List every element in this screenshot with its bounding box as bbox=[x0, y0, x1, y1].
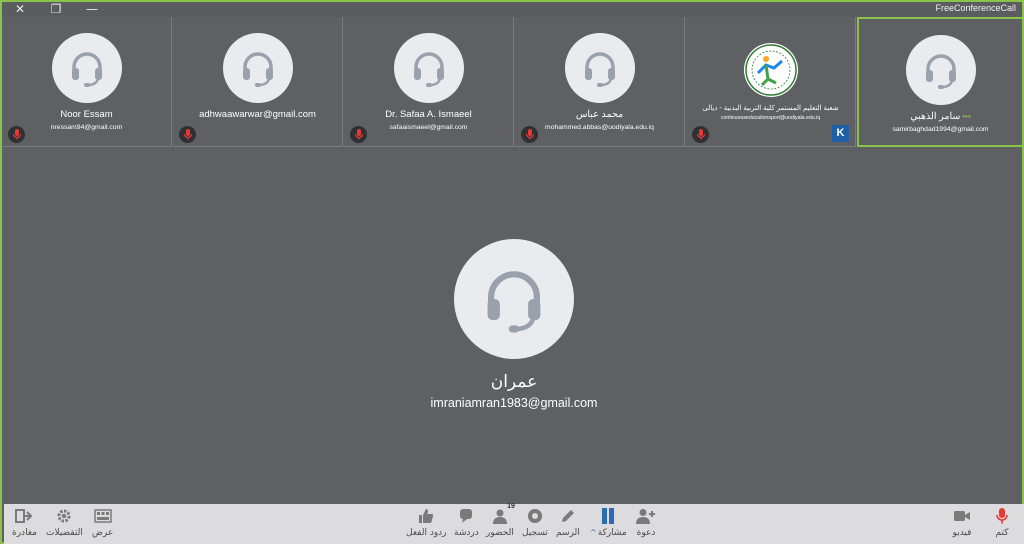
share-label: ^مشاركة bbox=[590, 528, 627, 538]
video-label: فيديو bbox=[952, 528, 972, 538]
participant-tile[interactable]: adhwaawarwar@gmail.com bbox=[173, 17, 343, 147]
close-window-button[interactable]: ✕ bbox=[10, 2, 30, 17]
invite-button[interactable]: دعوة bbox=[636, 506, 656, 542]
headset-icon bbox=[242, 52, 273, 87]
video-button[interactable]: فيديو bbox=[952, 506, 972, 542]
leave-label: مغادرة bbox=[12, 528, 37, 538]
mic-muted-icon bbox=[350, 126, 367, 143]
participant-email: nressam94@gmail.com bbox=[50, 124, 123, 131]
invite-label: دعوة bbox=[636, 528, 656, 538]
reactions-label: ردود الفعل bbox=[406, 528, 447, 538]
participant-name: Dr. Safaa A. Ismaeel bbox=[385, 109, 472, 120]
main-speaker-email: imraniamran1983@gmail.com bbox=[430, 396, 598, 410]
chat-button[interactable]: دردشة bbox=[454, 506, 479, 542]
layout-icon bbox=[93, 506, 113, 526]
participant-email: safaaismaeel@gmail.com bbox=[389, 124, 468, 131]
share-button[interactable]: ^مشاركة bbox=[590, 506, 627, 542]
participant-name: adhwaawarwar@gmail.com bbox=[199, 109, 316, 120]
avatar bbox=[564, 33, 635, 103]
participant-name: محمد عباس bbox=[575, 109, 624, 120]
avatar bbox=[222, 33, 293, 103]
pen-icon bbox=[558, 506, 578, 526]
leave-button[interactable]: مغادرة bbox=[12, 506, 37, 542]
view-label: عرض bbox=[92, 528, 114, 538]
attendee-count-badge: 19 bbox=[507, 503, 515, 510]
participant-email: samirbaghdad1994@gmail.com bbox=[892, 126, 989, 133]
draw-button[interactable]: الرسم bbox=[556, 506, 580, 542]
avatar bbox=[905, 35, 976, 105]
headset-icon bbox=[584, 52, 615, 87]
participant-tile[interactable]: شعبة التعليم المستمر كلية التربية البدني… bbox=[686, 17, 856, 147]
video-icon bbox=[952, 506, 972, 526]
gear-icon bbox=[54, 506, 74, 526]
participant-name: شعبة التعليم المستمر كلية التربية البدني… bbox=[702, 105, 839, 112]
participant-tile[interactable]: Noor Essam nressam94@gmail.com bbox=[2, 17, 172, 147]
draw-label: الرسم bbox=[556, 528, 580, 538]
conference-window: ✕ ❐ — FreeConferenceCall Noor Essam nres… bbox=[0, 0, 1024, 544]
invite-icon bbox=[636, 506, 656, 526]
kahoot-badge-icon: K bbox=[832, 125, 849, 142]
participant-name: سامر الذهبي ••• bbox=[859, 111, 1022, 122]
participant-tile[interactable]: Dr. Safaa A. Ismaeel safaaismaeel@gmail.… bbox=[344, 17, 514, 147]
participant-name: Noor Essam bbox=[60, 109, 113, 120]
participant-email: mohammed.abbas@uodiyala.edu.iq bbox=[545, 124, 654, 131]
participant-strip: Noor Essam nressam94@gmail.com adhwaawar… bbox=[2, 17, 1024, 147]
headset-icon bbox=[925, 54, 956, 89]
main-speaker-avatar bbox=[454, 239, 574, 359]
mic-muted-icon bbox=[521, 126, 538, 143]
avatar bbox=[393, 33, 464, 103]
chevron-up-icon: ^ bbox=[590, 528, 597, 537]
record-icon bbox=[525, 506, 545, 526]
title-bar: ✕ ❐ — FreeConferenceCall bbox=[2, 2, 1022, 17]
chat-icon bbox=[456, 506, 476, 526]
mic-muted-icon bbox=[692, 126, 709, 143]
bottom-toolbar: مغادرة التفضيلات عرض ردود الفعل دردشة 19… bbox=[4, 503, 1024, 544]
speaking-indicator: ••• bbox=[962, 112, 971, 121]
attendees-button[interactable]: 19 الحضور bbox=[486, 503, 515, 542]
college-logo-icon bbox=[743, 43, 798, 97]
share-icon bbox=[598, 506, 618, 526]
participant-email: continuouseducationsport@uodiyala.edu.iq bbox=[720, 115, 821, 121]
participant-name-text: سامر الذهبي bbox=[910, 111, 961, 122]
app-title: FreeConferenceCall bbox=[935, 3, 1016, 13]
restore-window-button[interactable]: ❐ bbox=[46, 2, 66, 17]
minimize-window-button[interactable]: — bbox=[82, 2, 102, 17]
headset-icon bbox=[487, 271, 541, 333]
reactions-button[interactable]: ردود الفعل bbox=[406, 506, 447, 542]
chat-label: دردشة bbox=[454, 528, 479, 538]
attendees-icon: 19 bbox=[490, 503, 515, 526]
record-label: تسجيل bbox=[522, 528, 548, 538]
avatar bbox=[51, 33, 122, 103]
thumbs-up-icon bbox=[416, 506, 436, 526]
mic-muted-icon bbox=[8, 126, 25, 143]
attendees-label: الحضور bbox=[486, 528, 514, 538]
participant-tile-active[interactable]: سامر الذهبي ••• samirbaghdad1994@gmail.co… bbox=[857, 17, 1024, 147]
mic-muted-icon bbox=[179, 126, 196, 143]
mute-button[interactable]: كتم bbox=[992, 506, 1012, 542]
main-speaker-name: عمران bbox=[490, 372, 538, 392]
share-label-text: مشاركة bbox=[597, 528, 627, 538]
preferences-button[interactable]: التفضيلات bbox=[46, 506, 83, 542]
headset-icon bbox=[413, 52, 444, 87]
view-button[interactable]: عرض bbox=[92, 506, 113, 542]
mic-muted-icon bbox=[992, 506, 1012, 526]
headset-icon bbox=[71, 52, 102, 87]
participant-tile[interactable]: محمد عباس mohammed.abbas@uodiyala.edu.iq bbox=[515, 17, 685, 147]
record-button[interactable]: تسجيل bbox=[522, 506, 548, 542]
preferences-label: التفضيلات bbox=[46, 528, 83, 538]
mute-label: كتم bbox=[995, 528, 1009, 538]
leave-icon bbox=[14, 506, 34, 526]
